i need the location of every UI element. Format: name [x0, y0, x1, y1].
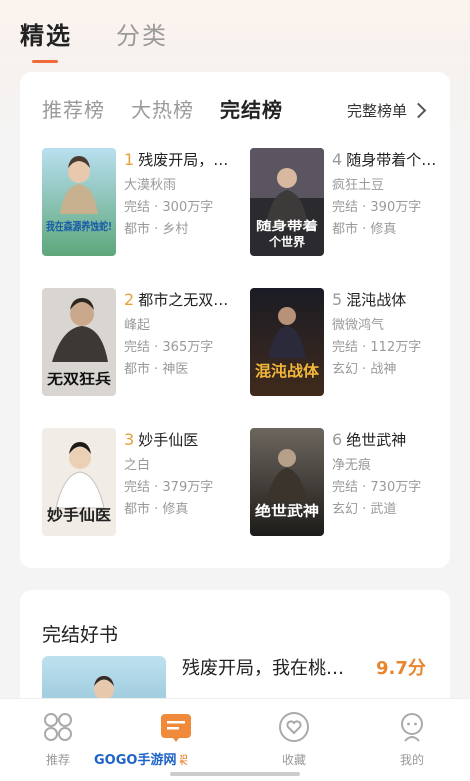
cover-title-text: 绝世武神: [255, 503, 319, 520]
nav-recommend[interactable]: 推荐: [28, 711, 88, 768]
book-info: 4 随身带着个… 疯狂土豆 完结 · 390万字 都市 · 修真: [332, 150, 450, 241]
full-ranking-label: 完整榜单: [346, 102, 407, 120]
book-title: 混沌战体: [346, 291, 407, 309]
full-ranking-link[interactable]: 完整榜单: [346, 100, 427, 121]
home-indicator: [170, 772, 300, 776]
book-info: 2 都市之无双… 峰起 完结 · 365万字 都市 · 神医: [124, 290, 242, 381]
cover-title-text: 混沌战体: [255, 362, 320, 380]
book-cover: 绝世武神: [250, 428, 324, 536]
book-cover: 妙手仙医: [42, 428, 116, 536]
book-stats: 完结 · 379万字: [124, 480, 214, 495]
user-icon: [401, 713, 423, 742]
watermark-logo: GOGO手游网: [90, 748, 181, 769]
book-icon: [161, 714, 191, 742]
book-author: 疯狂土豆: [332, 178, 385, 193]
book-author: 大漠秋雨: [124, 178, 177, 193]
chevron-right-icon: [410, 102, 427, 119]
book-tags: 都市 · 神医: [124, 362, 189, 377]
book-title: 都市之无双…: [138, 291, 229, 309]
book-tags: 玄幻 · 武道: [332, 502, 397, 517]
book-tags: 都市 · 乡村: [124, 222, 189, 237]
book-item[interactable]: 随身带着 个世界 4 随身带着个… 疯狂土豆 完结 · 390万字 都市 · 修真: [250, 148, 450, 260]
book-stats: 完结 · 112万字: [332, 340, 422, 355]
book-cover: 混沌战体: [250, 288, 324, 396]
cover-title-text: 个世界: [268, 234, 305, 249]
rank-number: 3: [124, 430, 135, 449]
grid-icon: [44, 713, 72, 741]
section-title: 完结好书: [42, 624, 119, 646]
tab-hot-rank[interactable]: 大热榜: [131, 96, 194, 124]
cover-title-text: 我在森源养蚀蛇!: [46, 219, 112, 233]
book-stats: 完结 · 730万字: [332, 480, 422, 495]
cover-title-text: 妙手仙医: [47, 506, 111, 524]
tab-recommend-rank[interactable]: 推荐榜: [42, 96, 105, 124]
book-info: 5 混沌战体 微微鸿气 完结 · 112万字 玄幻 · 战神: [332, 290, 450, 381]
nav-profile[interactable]: 我的: [382, 711, 442, 768]
book-item[interactable]: 我在森源养蚀蛇! 1残废开局，… 大漠秋雨 完结 · 300万字 都市 · 乡村: [42, 148, 242, 260]
nav-favorites[interactable]: 收藏: [264, 711, 324, 768]
book-stats: 完结 · 390万字: [332, 200, 422, 215]
ranking-card: 推荐榜 大热榜 完结榜 完整榜单 我在森源养蚀蛇! 1残废开局，… 大漠秋雨 完…: [20, 72, 450, 568]
tab-category[interactable]: 分类: [116, 18, 168, 68]
rank-number: 5: [332, 290, 343, 309]
book-stats: 完结 · 300万字: [124, 200, 214, 215]
rank-number: 6: [332, 430, 343, 449]
rank-number: 2: [124, 290, 135, 309]
book-item[interactable]: 混沌战体 5 混沌战体 微微鸿气 完结 · 112万字 玄幻 · 战神: [250, 288, 450, 400]
rank-number: 4: [332, 150, 343, 169]
book-item[interactable]: 绝世武神 6 绝世武神 净无痕 完结 · 730万字 玄幻 · 武道: [250, 428, 450, 540]
ranking-tabs: 推荐榜 大热榜 完结榜: [42, 96, 283, 124]
book-author: 净无痕: [332, 458, 372, 473]
book-tags: 都市 · 修真: [332, 222, 397, 237]
nav-label: 我的: [399, 753, 424, 767]
book-info: 3 妙手仙医 之白 完结 · 379万字 都市 · 修真: [124, 430, 242, 521]
book-info: 6 绝世武神 净无痕 完结 · 730万字 玄幻 · 武道: [332, 430, 450, 521]
book-title: 残废开局，…: [138, 151, 229, 169]
book-author: 之白: [124, 458, 151, 473]
bottom-navigation: 推荐 书架 收藏 我的: [0, 698, 470, 781]
tab-completed-rank[interactable]: 完结榜: [220, 96, 283, 124]
book-cover: 随身带着 个世界: [250, 148, 324, 256]
book-title: 绝世武神: [346, 431, 407, 449]
heart-icon: [279, 712, 309, 742]
book-title: 妙手仙医: [138, 431, 199, 449]
book-title[interactable]: 残废开局，我在桃…: [182, 654, 344, 680]
book-cover: 无双狂兵: [42, 288, 116, 396]
book-cover: 我在森源养蚀蛇!: [42, 148, 116, 256]
top-tabs: 精选 分类: [20, 18, 168, 68]
book-title: 随身带着个…: [346, 151, 437, 169]
cover-title-text: 随身带着: [256, 218, 318, 233]
book-score: 9.7分: [376, 658, 426, 679]
book-author: 微微鸿气: [332, 318, 385, 333]
book-tags: 都市 · 修真: [124, 502, 189, 517]
book-info: 1 残废开局，… 大漠秋雨 完结 · 300万字 都市 · 乡村: [124, 150, 242, 241]
book-tags: 玄幻 · 战神: [332, 362, 397, 377]
book-author: 峰起: [124, 318, 151, 333]
book-item[interactable]: 无双狂兵 2 都市之无双… 峰起 完结 · 365万字 都市 · 神医: [42, 288, 242, 400]
book-stats: 完结 · 365万字: [124, 340, 214, 355]
nav-label: 收藏: [281, 753, 306, 767]
rank-number: 1: [124, 150, 135, 169]
nav-label: 推荐: [45, 753, 70, 767]
book-item[interactable]: 妙手仙医 3 妙手仙医 之白 完结 · 379万字 都市 · 修真: [42, 428, 242, 540]
cover-title-text: 无双狂兵: [46, 371, 111, 388]
tab-featured[interactable]: 精选: [20, 18, 72, 68]
